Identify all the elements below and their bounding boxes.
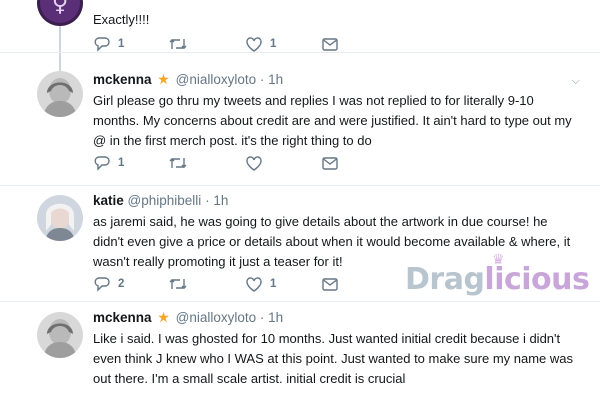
avatar[interactable]: [37, 312, 83, 358]
tweet-item[interactable]: mckenna ★ @nialloxyloto · 1h Like i said…: [0, 301, 600, 411]
heart-icon: [245, 275, 263, 293]
reply-count: 2: [118, 278, 125, 290]
retweet-icon: [169, 275, 187, 293]
star-icon: ★: [157, 309, 170, 325]
separator-dot: ·: [205, 193, 210, 208]
heart-icon: [245, 35, 263, 53]
avatar[interactable]: [37, 195, 83, 241]
reply-button[interactable]: 1: [93, 154, 169, 172]
star-icon: ★: [157, 71, 170, 87]
watermark-logo: Draglicious ♛: [405, 252, 590, 297]
like-button[interactable]: 1: [245, 275, 321, 293]
timestamp[interactable]: 1h: [268, 72, 283, 87]
separator-dot: ·: [259, 72, 265, 87]
tweet-header: mckenna ★ @nialloxyloto · 1h ⌵: [93, 70, 580, 89]
retweet-icon: [169, 35, 187, 53]
reply-icon: [93, 35, 111, 53]
reply-button[interactable]: 2: [93, 275, 169, 293]
reply-button[interactable]: 1: [93, 35, 169, 53]
tweet-text: Girl please go thru my tweets and replie…: [93, 93, 572, 148]
display-name[interactable]: mckenna: [93, 310, 152, 325]
tweet-text: Exactly!!!!: [93, 12, 150, 27]
timestamp[interactable]: 1h: [213, 193, 228, 208]
tweet-item[interactable]: mckenna ★ @nialloxyloto · 1h ⌵ Girl plea…: [0, 52, 600, 186]
avatar[interactable]: ♀: [37, 0, 83, 26]
display-name[interactable]: mckenna: [93, 72, 152, 87]
dm-button[interactable]: [321, 275, 397, 293]
retweet-icon: [169, 154, 187, 172]
reply-icon: [93, 154, 111, 172]
crown-icon: ♛: [492, 252, 505, 268]
reply-count: 1: [118, 38, 125, 50]
tweet-header: katie @phiphibelli · 1h: [93, 192, 580, 210]
tweet-item[interactable]: ♀ Exactly!!!! 1 1: [0, 0, 600, 53]
user-handle[interactable]: @phiphibelli: [128, 193, 202, 208]
like-count: 1: [270, 38, 277, 50]
retweet-button[interactable]: [169, 35, 245, 53]
like-button[interactable]: [245, 154, 321, 172]
like-count: 1: [270, 278, 277, 290]
tweet-header: mckenna ★ @nialloxyloto · 1h: [93, 308, 580, 327]
display-name[interactable]: katie: [93, 193, 124, 208]
reply-icon: [93, 275, 111, 293]
separator-dot: ·: [259, 310, 265, 325]
chevron-down-icon[interactable]: ⌵: [572, 72, 580, 90]
envelope-icon: [321, 154, 339, 172]
dm-button[interactable]: [321, 154, 397, 172]
avatar[interactable]: [37, 71, 83, 117]
svg-text:♀: ♀: [52, 0, 68, 17]
retweet-button[interactable]: [169, 275, 245, 293]
user-handle[interactable]: @nialloxyloto: [176, 310, 257, 325]
envelope-icon: [321, 275, 339, 293]
tweet-actions: 1: [93, 154, 397, 172]
retweet-button[interactable]: [169, 154, 245, 172]
reply-count: 1: [118, 157, 125, 169]
tweet-actions: 2 1: [93, 275, 397, 293]
tweet-actions: 1 1: [93, 35, 397, 53]
like-button[interactable]: 1: [245, 35, 321, 53]
timestamp[interactable]: 1h: [268, 310, 283, 325]
watermark-text-part1: Drag: [405, 262, 485, 297]
dm-button[interactable]: [321, 35, 397, 53]
envelope-icon: [321, 35, 339, 53]
tweet-text: Like i said. I was ghosted for 10 months…: [93, 331, 574, 386]
heart-icon: [245, 154, 263, 172]
user-handle[interactable]: @nialloxyloto: [176, 72, 257, 87]
